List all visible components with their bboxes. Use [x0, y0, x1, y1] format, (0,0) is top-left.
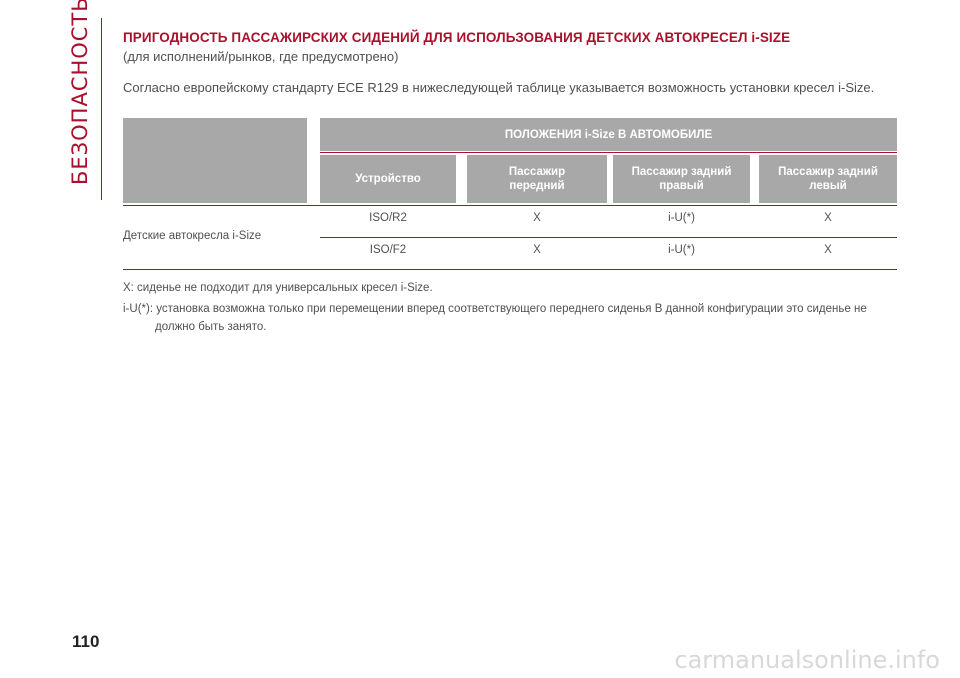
cell-front-r2: X [533, 244, 541, 256]
column-header-front-passenger: Пассажир передний [467, 155, 607, 203]
note-iu: i-U(*): установка возможна только при пе… [123, 303, 867, 315]
page-title: ПРИГОДНОСТЬ ПАССАЖИРСКИХ СИДЕНИЙ ДЛЯ ИСП… [123, 30, 791, 45]
cell-rear-left-r1: X [824, 212, 832, 224]
note-x: X: сиденье не подходит для универсальных… [123, 282, 433, 294]
watermark: carmanualsonline.info [674, 646, 940, 674]
header-bottom-rule [123, 205, 897, 206]
cell-rear-left-r2: X [824, 244, 832, 256]
row-divider [320, 237, 897, 238]
side-divider [101, 18, 102, 200]
column-header-device: Устройство [320, 155, 456, 203]
row-label-isize-seats: Детские автокресла i-Size [123, 230, 262, 242]
table-bottom-rule [123, 269, 897, 270]
section-side-label: БЕЗОПАСНОСТЬ [68, 0, 92, 185]
column-header-rear-left: Пассажир задний левый [759, 155, 897, 203]
note-iu-continued: должно быть занято. [155, 321, 267, 333]
cell-front-r1: X [533, 212, 541, 224]
isize-table: ПОЛОЖЕНИЯ i-Size В АВТОМОБИЛЕ Устройство… [123, 118, 897, 270]
table-corner-cell [123, 118, 307, 203]
cell-rear-right-r1: i-U(*) [668, 212, 695, 224]
page-subtitle: (для исполнений/рынков, где предусмотрен… [123, 49, 399, 64]
header-divider [320, 152, 897, 153]
column-header-rear-right: Пассажир задний правый [613, 155, 750, 203]
cell-rear-right-r2: i-U(*) [668, 244, 695, 256]
intro-paragraph: Согласно европейскому стандарту ECE R129… [123, 80, 875, 95]
page-number: 110 [72, 632, 100, 651]
cell-device-r2: ISO/F2 [369, 244, 407, 256]
table-main-header: ПОЛОЖЕНИЯ i-Size В АВТОМОБИЛЕ [320, 118, 897, 151]
cell-device-r1: ISO/R2 [369, 212, 407, 224]
